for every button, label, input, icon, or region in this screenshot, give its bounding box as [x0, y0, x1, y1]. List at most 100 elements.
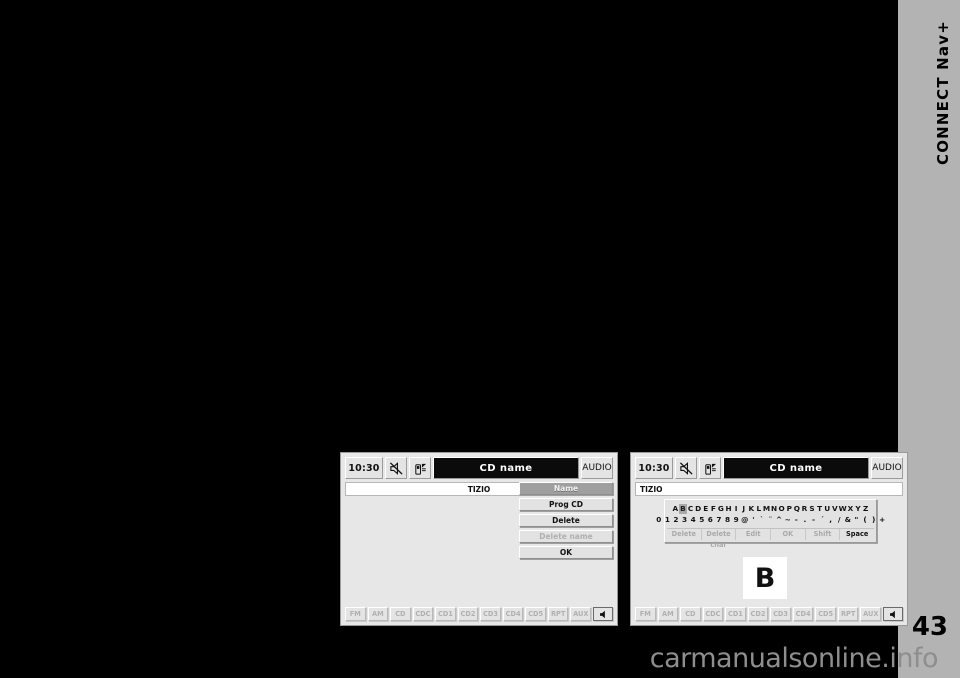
kb-key-k[interactable]: K	[747, 504, 755, 514]
tab-cdc[interactable]: CDC	[412, 607, 434, 621]
kb-edit-button: Edit	[736, 529, 772, 540]
kb-key-b[interactable]: B	[679, 503, 687, 514]
tab-fm[interactable]: FM	[635, 607, 656, 621]
kb-key-sym-6[interactable]: 6	[706, 515, 715, 525]
screen-cd-name-edit: 10:30 CD name AUDIO TIZIO A B C D E F G …	[630, 452, 908, 626]
kb-key-sym-10[interactable]: @	[740, 515, 749, 525]
kb-key-sym-16[interactable]: -	[792, 515, 801, 525]
manual-title: CONNECT Nav+	[934, 20, 952, 165]
kb-key-i[interactable]: I	[732, 504, 740, 514]
kb-key-e[interactable]: E	[702, 504, 710, 514]
phone-signal-icon	[409, 457, 431, 479]
kb-key-sym-26[interactable]: +	[878, 515, 887, 525]
tab-cd5[interactable]: CD5	[525, 607, 546, 621]
kb-key-v[interactable]: V	[831, 504, 839, 514]
kb-key-w[interactable]: W	[839, 504, 847, 514]
kb-key-l[interactable]: L	[755, 504, 763, 514]
audio-source-button[interactable]: AUDIO	[871, 457, 903, 479]
kb-key-sym-0[interactable]: 0	[654, 515, 663, 525]
kb-key-sym-22[interactable]: &	[844, 515, 853, 525]
kb-key-sym-24[interactable]: (	[861, 515, 870, 525]
kb-key-sym-5[interactable]: 5	[697, 515, 706, 525]
tab-rpt[interactable]: RPT	[837, 607, 859, 621]
kb-key-r[interactable]: R	[801, 504, 809, 514]
kb-key-m[interactable]: M	[763, 504, 771, 514]
tab-fm[interactable]: FM	[345, 607, 366, 621]
kb-key-sym-3[interactable]: 3	[680, 515, 689, 525]
kb-key-o[interactable]: O	[778, 504, 786, 514]
kb-key-sym-9[interactable]: 9	[732, 515, 741, 525]
kb-key-c[interactable]: C	[687, 504, 695, 514]
phone-signal-icon	[699, 457, 721, 479]
kb-key-q[interactable]: Q	[793, 504, 801, 514]
keyboard-action-row: Delete Delete char Edit OK Shift Space	[667, 528, 874, 549]
tab-rpt[interactable]: RPT	[547, 607, 569, 621]
kb-key-y[interactable]: Y	[854, 504, 862, 514]
tab-cd[interactable]: CD	[390, 607, 411, 621]
kb-key-sym-2[interactable]: 2	[672, 515, 681, 525]
kb-key-sym-8[interactable]: 8	[723, 515, 732, 525]
tab-cd1[interactable]: CD1	[435, 607, 456, 621]
kb-key-x[interactable]: X	[847, 504, 855, 514]
kb-key-sym-17[interactable]: .	[801, 515, 810, 525]
page-number: 43	[911, 612, 948, 642]
kb-key-sym-14[interactable]: ^	[775, 515, 784, 525]
kb-key-u[interactable]: U	[823, 504, 831, 514]
kb-key-sym-7[interactable]: 7	[715, 515, 724, 525]
kb-key-t[interactable]: T	[816, 504, 824, 514]
tab-cd3[interactable]: CD3	[770, 607, 791, 621]
status-bar: 10:30 CD name AUDIO	[345, 457, 613, 479]
watermark: carmanualsonline.info	[649, 643, 939, 674]
kb-key-sym-13[interactable]: ¨	[766, 515, 775, 525]
source-tab-strip: FM AM CD CDC CD1 CD2 CD3 CD4 CD5 RPT AUX	[345, 607, 614, 621]
kb-key-sym-19[interactable]: ´	[818, 515, 827, 525]
cd-name-input[interactable]: TIZIO	[635, 482, 903, 496]
kb-key-sym-15[interactable]: ~	[783, 515, 792, 525]
kb-key-sym-21[interactable]: /	[835, 515, 844, 525]
kb-key-f[interactable]: F	[710, 504, 718, 514]
kb-key-h[interactable]: H	[725, 504, 733, 514]
tab-am[interactable]: AM	[657, 607, 679, 621]
kb-key-sym-25[interactable]: )	[869, 515, 878, 525]
tab-cd2[interactable]: CD2	[747, 607, 769, 621]
kb-key-n[interactable]: N	[770, 504, 778, 514]
kb-key-z[interactable]: Z	[862, 504, 870, 514]
kb-key-sym-18[interactable]: -	[809, 515, 818, 525]
source-tab-strip: FM AM CD CDC CD1 CD2 CD3 CD4 CD5 RPT AUX	[635, 607, 904, 621]
tab-cd5[interactable]: CD5	[815, 607, 836, 621]
tab-cd4[interactable]: CD4	[502, 607, 524, 621]
tab-aux[interactable]: AUX	[860, 607, 882, 621]
tab-aux[interactable]: AUX	[570, 607, 592, 621]
kb-key-a[interactable]: A	[672, 504, 680, 514]
tab-cd[interactable]: CD	[680, 607, 701, 621]
kb-key-d[interactable]: D	[694, 504, 702, 514]
tab-am[interactable]: AM	[367, 607, 389, 621]
kb-key-sym-11[interactable]: '	[749, 515, 758, 525]
manual-page: CONNECT Nav+ 43 10:30 CD name AUDIO TIZI…	[0, 0, 960, 678]
tab-cd4[interactable]: CD4	[792, 607, 814, 621]
tab-cdc[interactable]: CDC	[702, 607, 724, 621]
ok-button[interactable]: OK	[519, 546, 613, 559]
speaker-icon[interactable]	[883, 607, 904, 621]
speaker-icon[interactable]	[593, 607, 614, 621]
kb-shift-button: Shift	[806, 529, 841, 540]
prog-cd-button[interactable]: Prog CD	[519, 498, 613, 511]
kb-space-button[interactable]: Space	[840, 529, 874, 540]
kb-key-j[interactable]: J	[740, 504, 748, 514]
tab-cd2[interactable]: CD2	[457, 607, 479, 621]
audio-source-button[interactable]: AUDIO	[581, 457, 613, 479]
kb-key-sym-4[interactable]: 4	[689, 515, 698, 525]
name-button[interactable]: Name	[519, 482, 613, 495]
tab-cd3[interactable]: CD3	[480, 607, 501, 621]
kb-key-sym-23[interactable]: "	[852, 515, 861, 525]
kb-key-sym-20[interactable]: ,	[826, 515, 835, 525]
kb-key-p[interactable]: P	[785, 504, 793, 514]
kb-key-sym-12[interactable]: `	[758, 515, 767, 525]
tab-cd1[interactable]: CD1	[725, 607, 746, 621]
kb-key-sym-1[interactable]: 1	[663, 515, 672, 525]
kb-key-g[interactable]: G	[717, 504, 725, 514]
mute-crossed-speaker-icon	[385, 457, 407, 479]
on-screen-keyboard: ABCDEFGHIJKLMNOPQRSTUVWXYZ 0 1 2 3 4 5 6 7 8 9 @ ' `…	[656, 499, 885, 549]
delete-button[interactable]: Delete	[519, 514, 613, 527]
kb-key-s[interactable]: S	[808, 504, 816, 514]
